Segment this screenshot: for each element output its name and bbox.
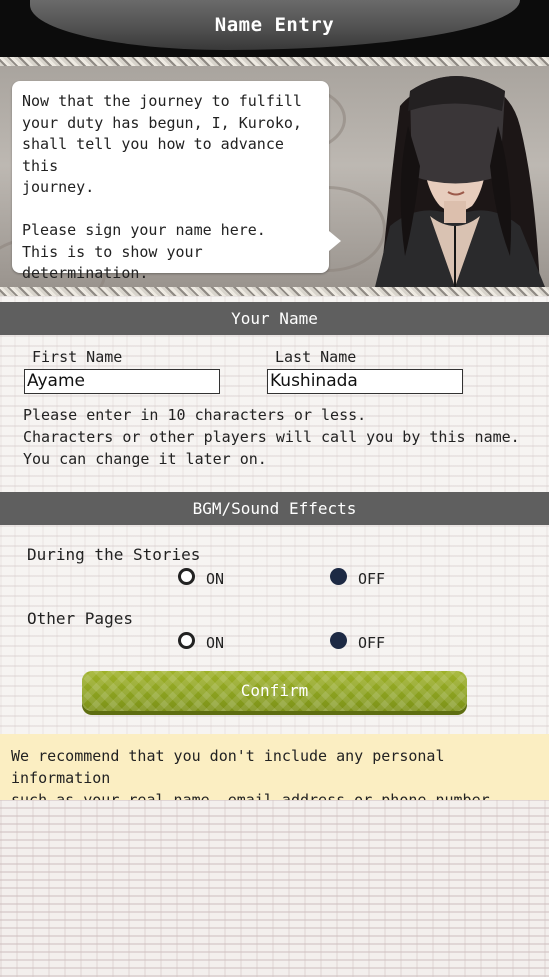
other-pages-off-radio[interactable] — [330, 632, 347, 649]
dialogue-banner: Now that the journey to fulfill your dut… — [0, 66, 549, 287]
other-pages-off-label[interactable]: OFF — [358, 634, 385, 652]
stories-on-label[interactable]: ON — [206, 570, 224, 588]
rope-divider-bottom — [0, 287, 549, 296]
dialogue-text: Now that the journey to fulfill your dut… — [12, 81, 329, 282]
stories-on-radio[interactable] — [178, 568, 195, 585]
other-pages-sound-label: Other Pages — [27, 609, 133, 628]
other-pages-on-radio[interactable] — [178, 632, 195, 649]
first-name-label: First Name — [32, 348, 123, 366]
footer-background-pattern — [0, 800, 549, 977]
confirm-button[interactable]: Confirm — [82, 671, 467, 711]
page-title: Name Entry — [214, 14, 335, 36]
name-section-header: Your Name — [0, 302, 549, 335]
last-name-field[interactable]: Kushinada — [267, 369, 463, 394]
last-name-label: Last Name — [275, 348, 357, 366]
stories-sound-label: During the Stories — [27, 545, 201, 564]
sound-section-header: BGM/Sound Effects — [0, 492, 549, 525]
stories-off-label[interactable]: OFF — [358, 570, 385, 588]
rope-divider-top — [0, 57, 549, 66]
stories-off-radio[interactable] — [330, 568, 347, 585]
header-bar: Name Entry — [0, 0, 549, 57]
speech-bubble-tail — [329, 231, 341, 251]
first-name-field[interactable]: Ayame — [24, 369, 220, 394]
other-pages-on-label[interactable]: ON — [206, 634, 224, 652]
privacy-warning: We recommend that you don't include any … — [0, 734, 549, 809]
name-instructions: Please enter in 10 characters or less. C… — [23, 406, 520, 468]
kuroko-character-portrait — [375, 76, 545, 287]
